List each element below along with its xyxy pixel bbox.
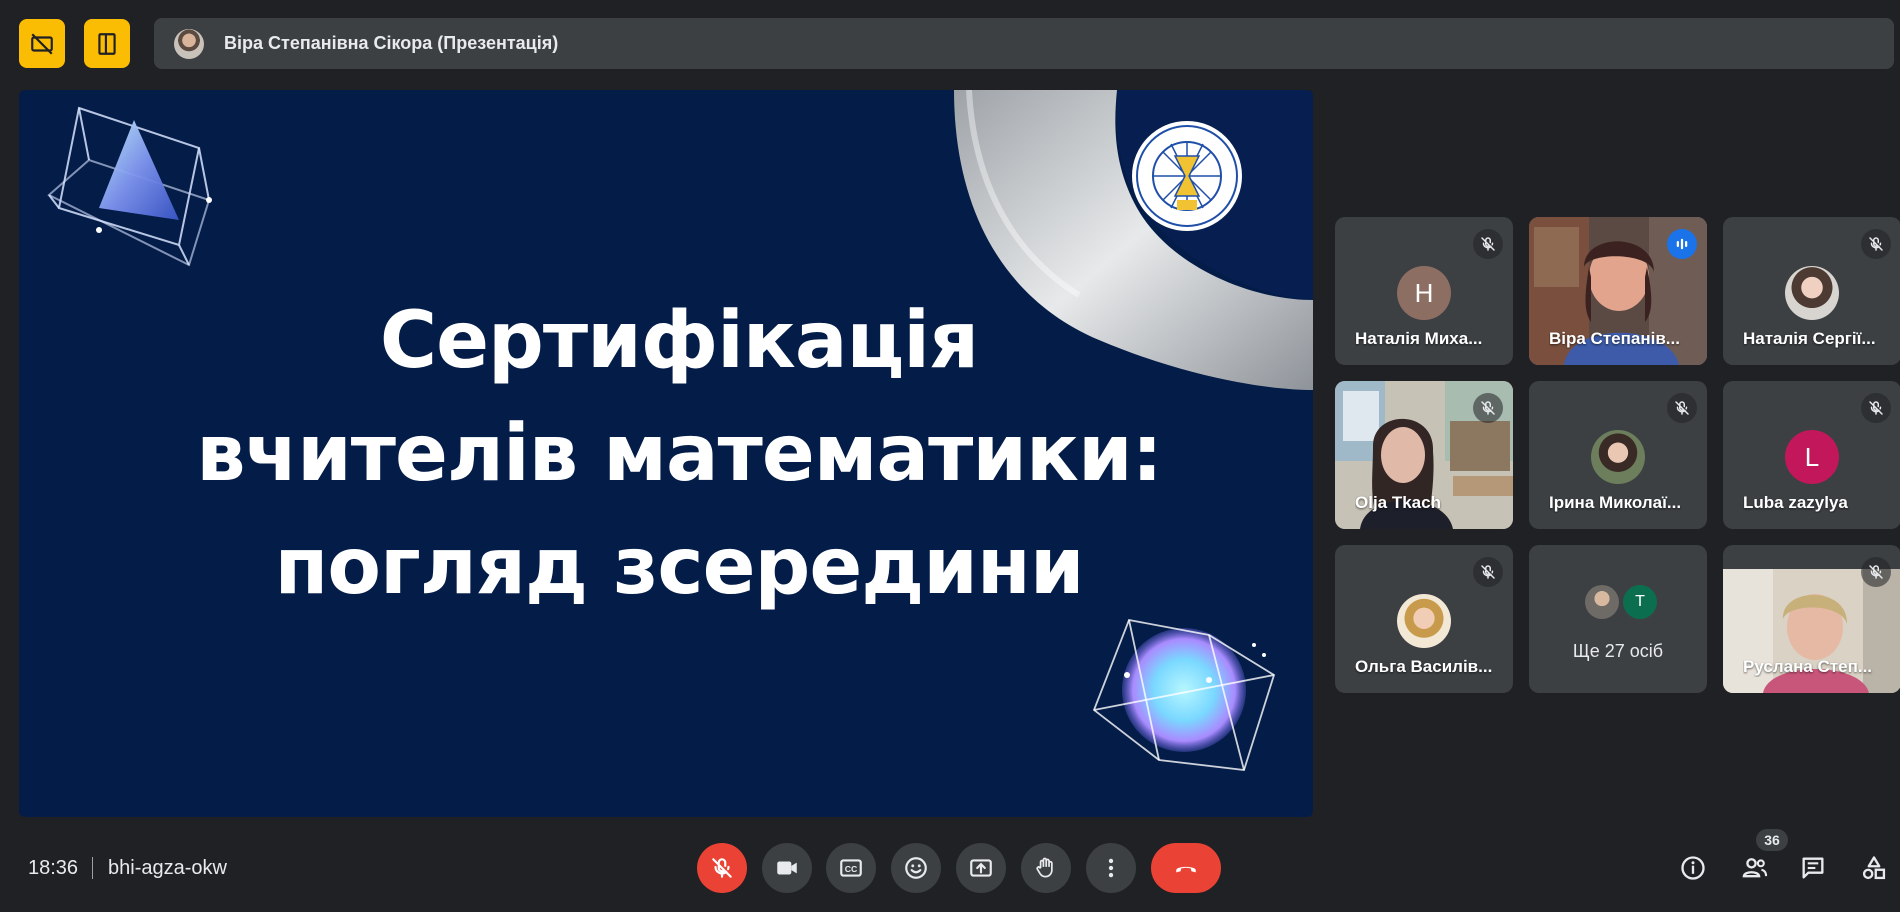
slide-title-line-1: Сертифікація: [379, 296, 979, 386]
slide-title-line-3: погляд зсередини: [274, 522, 1085, 612]
activities-icon: [1862, 856, 1886, 880]
more-options-button[interactable]: [1086, 843, 1136, 893]
captions-button[interactable]: CC: [826, 843, 876, 893]
participant-name: Luba zazylya: [1743, 493, 1848, 512]
participant-name: Наталія Миха...: [1355, 329, 1483, 348]
mic-off-icon: [1667, 393, 1697, 423]
layout-button[interactable]: [84, 19, 130, 68]
mic-off-icon: [1861, 393, 1891, 423]
hide-tiles-button[interactable]: [19, 19, 65, 68]
chat-button[interactable]: [1794, 849, 1832, 887]
camera-icon: [777, 861, 797, 875]
participant-tile[interactable]: Наталія Сергії...: [1723, 217, 1900, 365]
presenter-name: Віра Степанівна Сікора (Презентація): [224, 33, 559, 53]
end-call-icon: [1176, 866, 1196, 873]
participant-tile[interactable]: Руслана Степ...: [1723, 545, 1900, 693]
avatar: [1591, 430, 1645, 484]
participant-tile[interactable]: Olja Tkach: [1335, 381, 1513, 529]
reactions-button[interactable]: [891, 843, 941, 893]
participant-tile[interactable]: L Luba zazylya: [1723, 381, 1900, 529]
slide-title: Сертифікація вчителів математики: погляд…: [19, 285, 1313, 624]
more-participants-avatars: T: [1585, 585, 1657, 619]
speaking-indicator-icon: [1667, 229, 1697, 259]
chat-icon: [1802, 857, 1824, 879]
more-participants-tile[interactable]: T Ще 27 осіб: [1529, 545, 1707, 693]
mic-off-icon: [1473, 393, 1503, 423]
more-vertical-icon: [1108, 858, 1114, 878]
raise-hand-button[interactable]: [1021, 843, 1071, 893]
university-seal-logo: [1132, 121, 1242, 231]
slide-title-line-2: вчителів математики:: [196, 409, 1163, 499]
more-participants-label: Ще 27 осіб: [1572, 641, 1664, 661]
divider: [92, 857, 93, 879]
meeting-code: bhi-agza-okw: [108, 857, 227, 879]
people-icon: [1742, 858, 1768, 878]
hide-tiles-icon: [31, 32, 53, 55]
mini-avatar: [1585, 585, 1619, 619]
participant-name: Віра Степанів...: [1549, 329, 1680, 348]
participant-name: Ольга Василів...: [1355, 657, 1493, 676]
participant-tile[interactable]: Н Наталія Миха...: [1335, 217, 1513, 365]
avatar: Н: [1397, 266, 1451, 320]
presentation-slide: Сертифікація вчителів математики: погляд…: [19, 90, 1313, 817]
info-icon: [1681, 856, 1705, 880]
mic-off-icon: [1473, 557, 1503, 587]
mic-off-icon: [712, 858, 732, 878]
emoji-icon: [905, 857, 927, 879]
participant-name: Olja Tkach: [1355, 493, 1441, 512]
avatar: [1397, 594, 1451, 648]
mic-off-icon: [1861, 557, 1891, 587]
captions-icon: CC: [840, 859, 862, 877]
meeting-time: 18:36: [28, 857, 79, 879]
mic-off-icon: [1473, 229, 1503, 259]
people-button[interactable]: [1736, 849, 1774, 887]
leave-call-button[interactable]: [1151, 843, 1221, 893]
participant-name: Руслана Степ...: [1743, 657, 1873, 676]
present-screen-icon: [970, 859, 992, 877]
presenter-bar[interactable]: Віра Степанівна Сікора (Презентація): [154, 18, 1894, 69]
activities-button[interactable]: [1855, 849, 1893, 887]
layout-icon: [98, 32, 116, 55]
raise-hand-icon: [1036, 857, 1053, 878]
microphone-toggle-button[interactable]: [697, 843, 747, 893]
people-count-badge: 36: [1756, 829, 1788, 851]
meeting-details-button[interactable]: [1674, 849, 1712, 887]
avatar: [1785, 266, 1839, 320]
svg-text:CC: CC: [845, 864, 858, 874]
avatar: L: [1785, 430, 1839, 484]
participant-name: Ірина Миколаї...: [1549, 493, 1682, 512]
camera-toggle-button[interactable]: [762, 843, 812, 893]
participant-tile[interactable]: Віра Степанів...: [1529, 217, 1707, 365]
present-screen-button[interactable]: [956, 843, 1006, 893]
presenter-avatar: [174, 28, 204, 59]
participant-tile[interactable]: Ірина Миколаї...: [1529, 381, 1707, 529]
participant-tile[interactable]: Ольга Василів...: [1335, 545, 1513, 693]
participant-name: Наталія Сергії...: [1743, 329, 1876, 348]
mic-off-icon: [1861, 229, 1891, 259]
mini-avatar: T: [1623, 585, 1657, 619]
